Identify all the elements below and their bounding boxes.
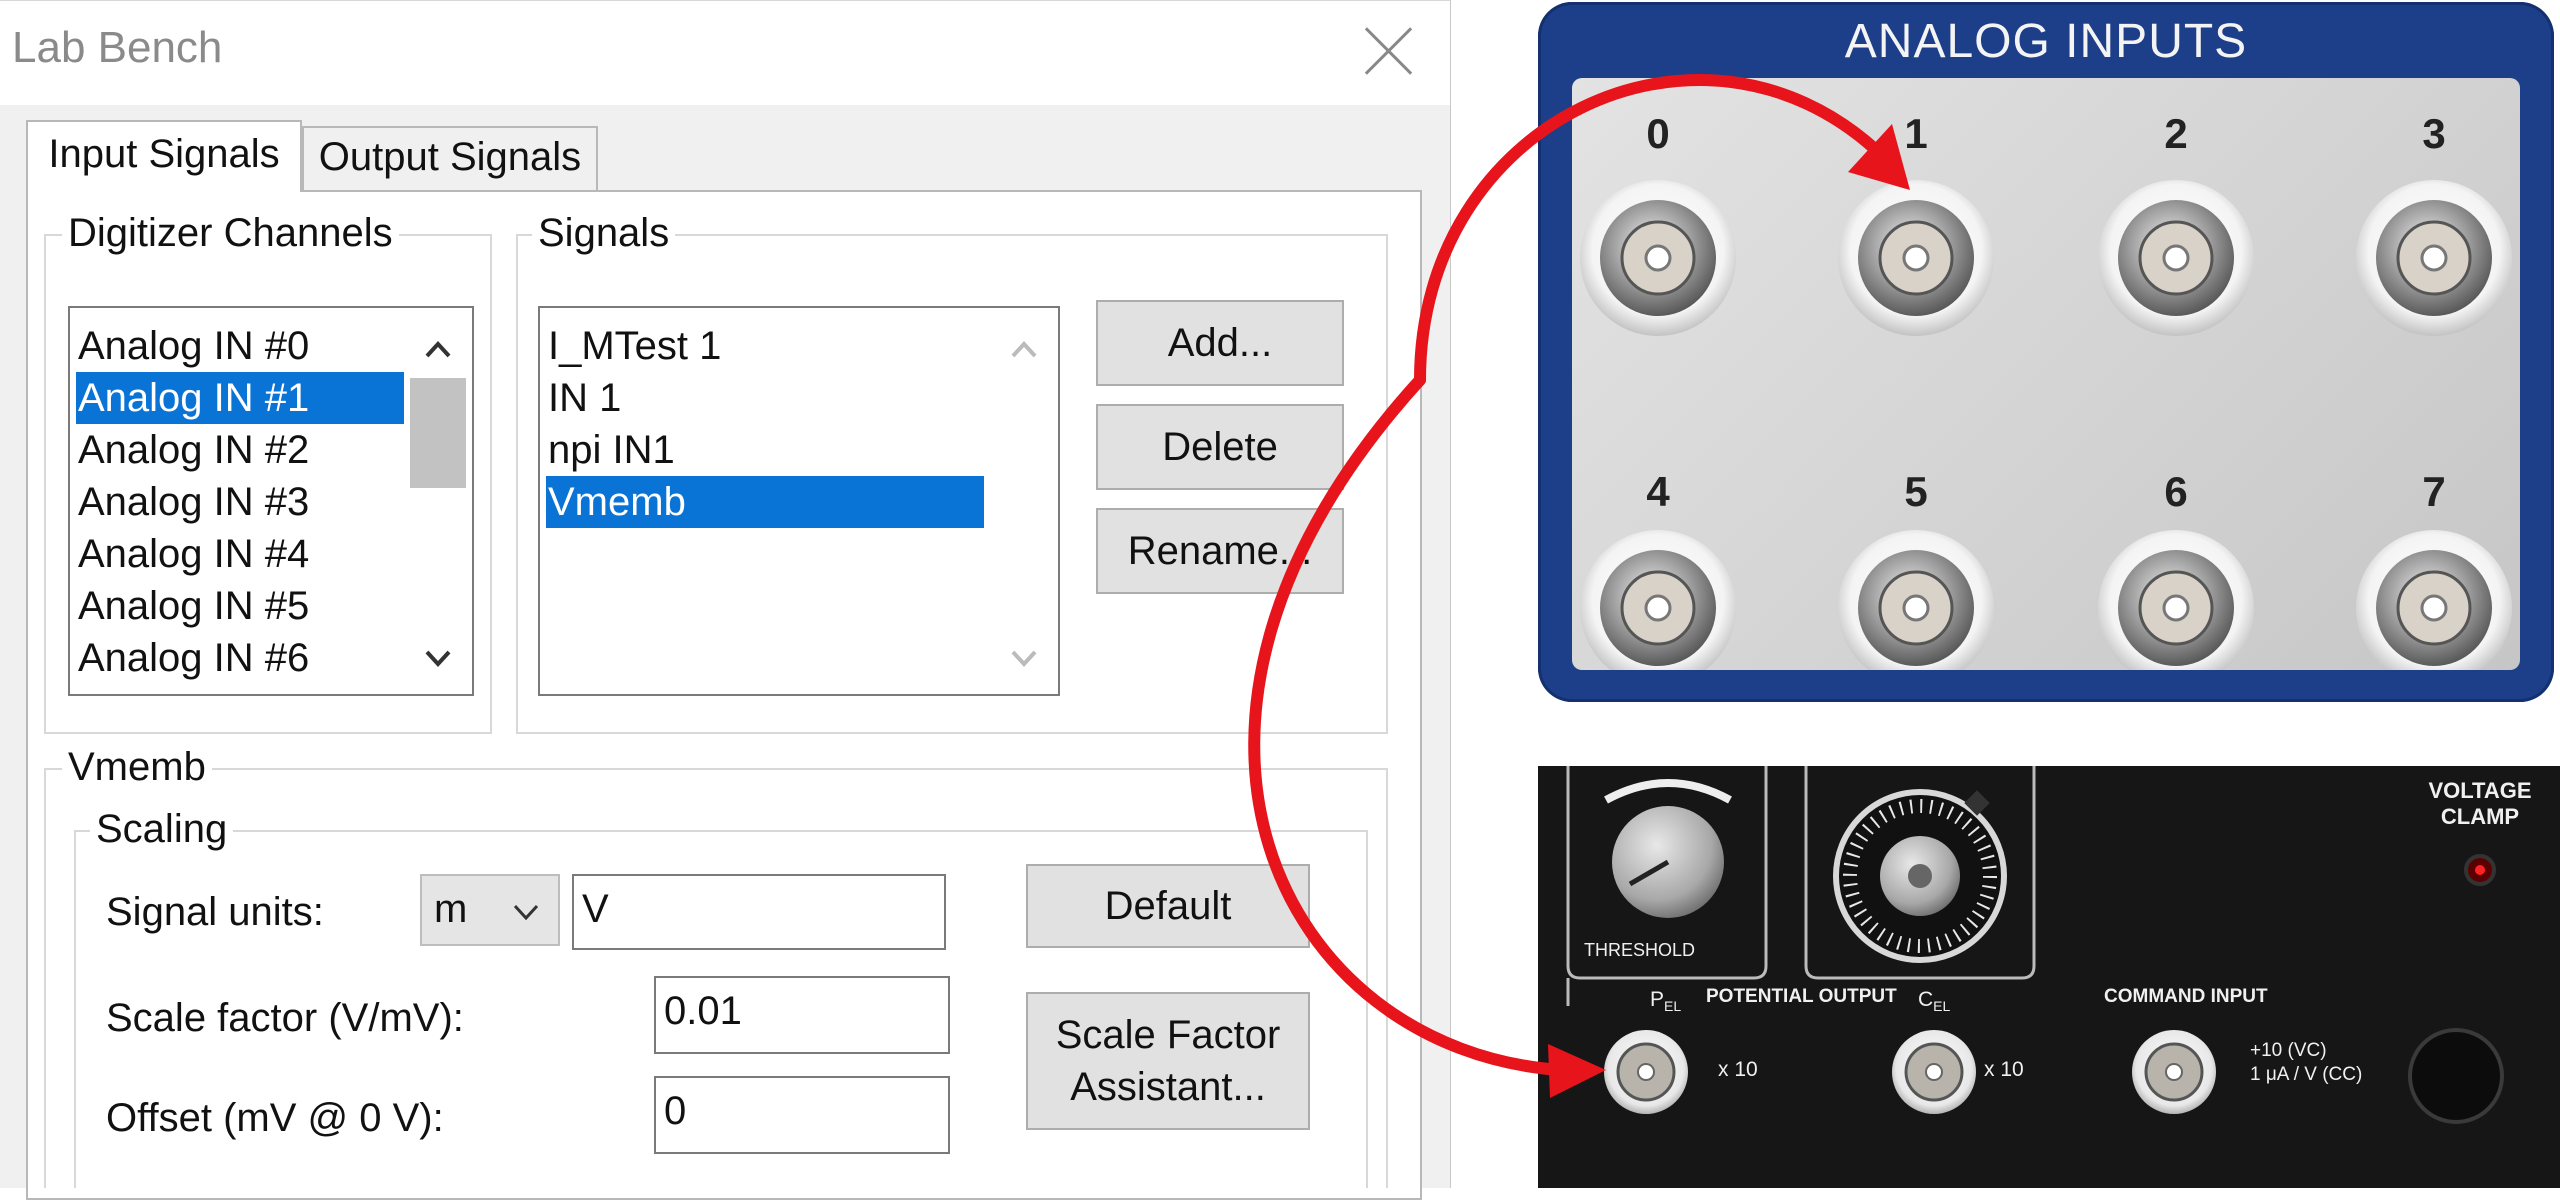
bnc-port-4 (1580, 530, 1736, 670)
unit-prefix-select[interactable]: m (420, 874, 560, 946)
list-item-channel-1[interactable]: Analog IN #1 (76, 372, 408, 424)
list-item-channel-0[interactable]: Analog IN #0 (76, 320, 458, 372)
bnc-port-3 (2356, 180, 2512, 336)
assistant-label-line1: Scale Factor (1055, 1013, 1281, 1057)
scale-factor-assistant-button[interactable]: Scale Factor Assistant... (1026, 992, 1310, 1130)
signal-units-label: Signal units: (106, 890, 324, 934)
bnc-connectors (1580, 180, 2512, 670)
bnc-port-5 (1838, 530, 1994, 670)
voltage-clamp-line2: CLAMP (2440, 804, 2520, 829)
scale-factor-label: Scale factor (V/mV): (106, 996, 464, 1040)
scaling-label: Scaling (90, 806, 234, 852)
voltage-clamp-line1: VOLTAGE (2428, 778, 2532, 803)
pel-letter: P (1650, 988, 1665, 1011)
command-spec-line1: +10 (VC) (2250, 1040, 2327, 1061)
lab-bench-dialog: Lab Bench Input Signals Output Signals D… (0, 0, 1451, 1200)
cel-letter: C (1918, 988, 1934, 1011)
digitizer-channels-label: Digitizer Channels (62, 210, 399, 256)
bnc-port-0 (1580, 180, 1736, 336)
scale-factor-input[interactable]: 0.01 (654, 976, 950, 1054)
signals-list[interactable]: I_MTest 1 IN 1 npi IN1 Vmemb (538, 306, 1060, 696)
chevron-up-icon[interactable] (1010, 336, 1038, 364)
bnc-port-6 (2098, 530, 2254, 670)
list-item-channel-6[interactable]: Analog IN #6 (76, 632, 408, 684)
cel-subscript: EL (1933, 998, 1951, 1015)
list-item-signal-1[interactable]: IN 1 (546, 372, 988, 424)
window-title: Lab Bench (12, 23, 223, 72)
command-spec-line2: 1 μA / V (CC) (2250, 1064, 2363, 1085)
chevron-down-icon (513, 904, 539, 921)
title-bar: Lab Bench (0, 0, 1450, 105)
bnc-port-1 (1838, 180, 1994, 336)
rename-signal-button[interactable]: Rename... (1096, 508, 1344, 594)
list-item-channel-7[interactable]: Analog IN #7 (76, 684, 408, 694)
cel-gain-label: x 10 (1984, 1058, 2024, 1081)
list-item-signal-3[interactable]: Vmemb (546, 476, 984, 528)
default-button[interactable]: Default (1026, 864, 1310, 948)
amplifier-front-panel-photo: THRESHOLD VOLTAGE CLAMP PEL POTENTIAL OU… (1538, 766, 2560, 1188)
unit-prefix-value: m (434, 887, 468, 931)
chevron-down-icon[interactable] (424, 644, 452, 672)
digitizer-channel-list[interactable]: Analog IN #0 Analog IN #1 Analog IN #2 A… (68, 306, 474, 696)
potential-output-label: POTENTIAL OUTPUT (1706, 986, 1897, 1007)
pel-gain-label: x 10 (1718, 1058, 1758, 1081)
analog-inputs-panel-photo: ANALOG INPUTS 0 1 2 3 4 5 6 7 (1538, 2, 2554, 702)
list-item-signal-0[interactable]: I_MTest 1 (546, 320, 988, 372)
digitizer-scroll-thumb[interactable] (410, 378, 466, 488)
digitizer-scrollbar[interactable] (404, 308, 472, 694)
analog-inputs-title: ANALOG INPUTS (1844, 15, 2248, 68)
list-item-channel-3[interactable]: Analog IN #3 (76, 476, 408, 528)
add-signal-button[interactable]: Add... (1096, 300, 1344, 386)
signal-unit-input[interactable]: V (572, 874, 946, 950)
command-input-label: COMMAND INPUT (2104, 986, 2268, 1007)
signals-scrollbar[interactable] (990, 308, 1058, 694)
chevron-down-icon[interactable] (1010, 644, 1038, 672)
selected-signal-label: Vmemb (62, 744, 212, 790)
bnc-port-7 (2356, 530, 2512, 670)
cel-label: CEL (1918, 988, 1950, 1014)
delete-signal-button[interactable]: Delete (1096, 404, 1344, 490)
command-knob (2408, 1028, 2504, 1124)
threshold-label: THRESHOLD (1584, 940, 1696, 960)
pel-label: PEL (1650, 988, 1681, 1014)
tab-input-signals[interactable]: Input Signals (26, 120, 302, 192)
pel-subscript: EL (1664, 998, 1682, 1015)
signals-label: Signals (532, 210, 676, 256)
offset-input[interactable]: 0 (654, 1076, 950, 1154)
tab-output-signals[interactable]: Output Signals (302, 126, 598, 190)
list-item-channel-2[interactable]: Analog IN #2 (76, 424, 408, 476)
analog-inputs-plate: 0 1 2 3 4 5 6 7 (1572, 78, 2520, 670)
voltage-clamp-label: VOLTAGE CLAMP (2400, 778, 2560, 830)
list-item-channel-5[interactable]: Analog IN #5 (76, 580, 408, 632)
assistant-label-line2: Assistant... (1070, 1065, 1266, 1109)
bnc-port-2 (2098, 180, 2254, 336)
close-icon[interactable] (1360, 23, 1416, 79)
list-item-signal-2[interactable]: npi IN1 (546, 424, 988, 476)
offset-label: Offset (mV @ 0 V): (106, 1096, 444, 1140)
list-item-channel-4[interactable]: Analog IN #4 (76, 528, 408, 580)
chevron-up-icon[interactable] (424, 336, 452, 364)
